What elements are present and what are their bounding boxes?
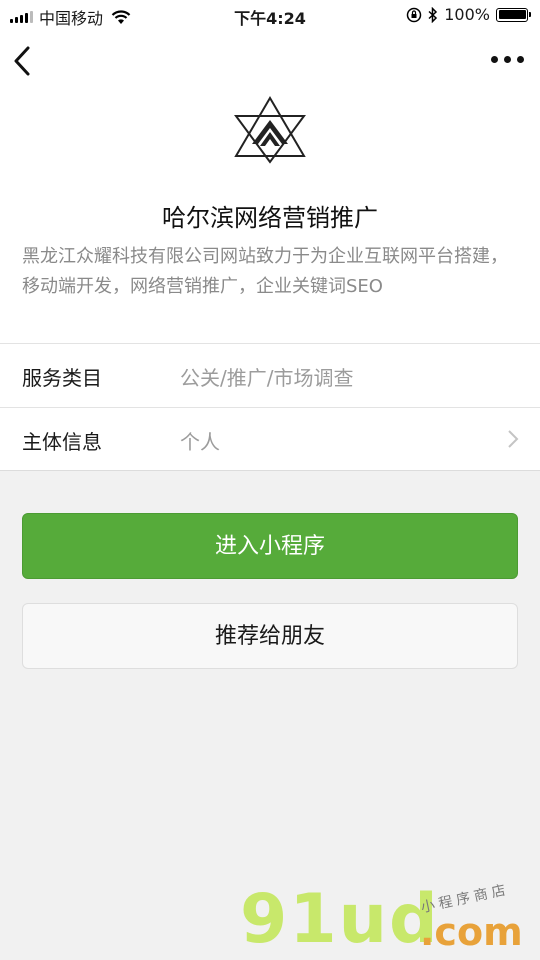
battery-percent: 100% (444, 5, 490, 24)
dot-icon (491, 56, 498, 63)
service-category-row: 服务类目 公关/推广/市场调查 (0, 344, 540, 407)
enter-mini-program-button[interactable]: 进入小程序 (22, 513, 518, 579)
chevron-right-icon (508, 430, 519, 448)
app-description: 黑龙江众耀科技有限公司网站致力于为企业互联网平台搭建，移动端开发，网络营销推广，… (22, 246, 508, 297)
back-button[interactable] (10, 44, 40, 78)
orientation-lock-icon (407, 7, 422, 22)
recommend-to-friend-button[interactable]: 推荐给朋友 (22, 603, 518, 669)
row-label: 主体信息 (22, 430, 102, 454)
watermark-main: 91ud (240, 880, 440, 959)
app-logo (234, 96, 306, 164)
battery-icon (496, 7, 531, 22)
dot-icon (504, 56, 511, 63)
navigation-bar (0, 32, 540, 90)
row-label: 服务类目 (22, 366, 102, 390)
dot-icon (517, 56, 524, 63)
row-value: 公关/推广/市场调查 (180, 366, 354, 390)
more-options-button[interactable] (491, 56, 524, 63)
bluetooth-icon (428, 6, 438, 23)
status-right: 100% (406, 5, 531, 24)
watermark: 91ud 小程序商店 .com (240, 880, 540, 960)
app-name: 哈尔滨网络营销推广 (162, 204, 378, 232)
row-value: 个人 (180, 430, 220, 454)
entity-info-row[interactable]: 主体信息 个人 (0, 407, 540, 470)
watermark-domain: .com (420, 910, 523, 954)
app-profile-card: 哈尔滨网络营销推广 黑龙江众耀科技有限公司网站致力于为企业互联网平台搭建，移动端… (0, 90, 540, 343)
status-bar: 中国移动 下午4:24 100% (0, 0, 540, 32)
info-list: 服务类目 公关/推广/市场调查 主体信息 个人 (0, 343, 540, 471)
